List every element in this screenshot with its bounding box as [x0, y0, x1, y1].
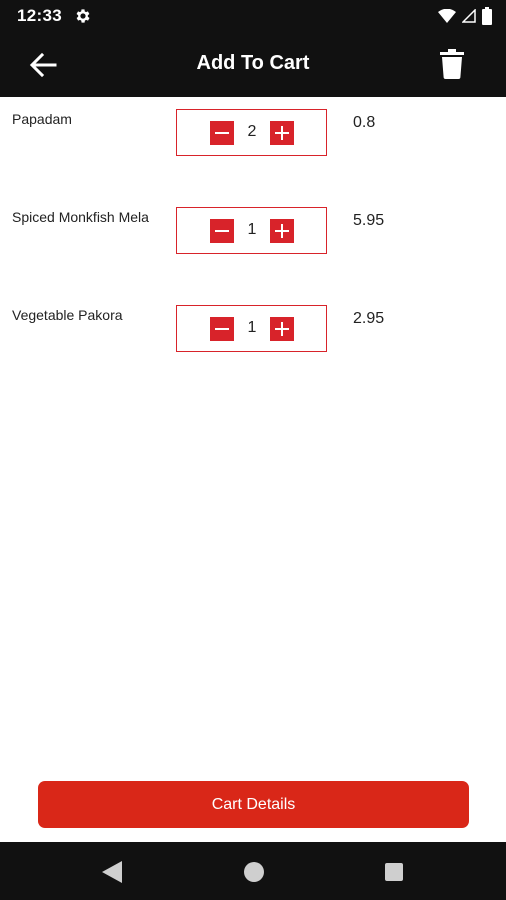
quantity-value: 1 [247, 221, 257, 238]
page-title: Add To Cart [196, 52, 310, 74]
nav-home-icon[interactable] [244, 862, 264, 882]
item-name: Papadam [12, 111, 72, 127]
decrease-quantity-button[interactable] [210, 317, 234, 341]
trash-icon[interactable] [440, 49, 464, 79]
cart-details-button[interactable]: Cart Details [38, 781, 469, 828]
nav-back-icon[interactable] [102, 861, 122, 883]
cellular-signal-icon [462, 9, 476, 23]
increase-quantity-button[interactable] [270, 219, 294, 243]
cart-item-row: Spiced Monkfish Mela 1 5.95 [0, 195, 506, 255]
battery-icon [482, 7, 492, 25]
quantity-stepper: 1 [176, 207, 327, 254]
minus-icon [215, 230, 229, 232]
nav-recents-icon[interactable] [385, 863, 403, 881]
cart-item-row: Vegetable Pakora 1 2.95 [0, 293, 506, 353]
decrease-quantity-button[interactable] [210, 121, 234, 145]
quantity-value: 2 [247, 123, 257, 140]
status-icons [438, 6, 492, 26]
status-time: 12:33 [17, 6, 62, 25]
increase-quantity-button[interactable] [270, 317, 294, 341]
quantity-value: 1 [247, 319, 257, 336]
item-name: Spiced Monkfish Mela [12, 209, 149, 225]
quantity-stepper: 2 [176, 109, 327, 156]
decrease-quantity-button[interactable] [210, 219, 234, 243]
item-price: 0.8 [353, 114, 376, 131]
cart-item-row: Papadam 2 0.8 [0, 97, 506, 157]
item-price: 5.95 [353, 212, 385, 229]
minus-icon [215, 132, 229, 134]
settings-gear-icon [76, 9, 90, 23]
app-bar: Add To Cart [0, 32, 506, 97]
status-bar: 12:33 [0, 0, 506, 32]
increase-quantity-button[interactable] [270, 121, 294, 145]
item-name: Vegetable Pakora [12, 307, 123, 323]
back-arrow-icon[interactable] [28, 50, 58, 80]
quantity-stepper: 1 [176, 305, 327, 352]
wifi-icon [438, 9, 456, 23]
minus-icon [215, 328, 229, 330]
system-navigation-bar [0, 842, 506, 900]
item-price: 2.95 [353, 310, 385, 327]
